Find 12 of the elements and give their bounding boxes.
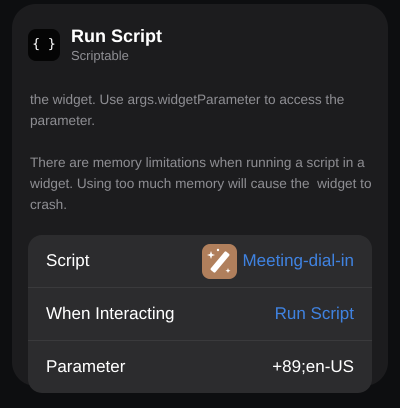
magic-wand-icon [202,244,236,278]
widget-title: Run Script [71,26,162,47]
setting-label: Parameter [46,357,126,377]
setting-value[interactable]: Meeting-dial-in [242,251,354,271]
setting-value: +89;en-US [272,357,354,377]
description-paragraph: There are memory limitations when running a script in a widget. Using too much memory will cause the widget to crash. [30,154,372,214]
app-icon: { } [28,28,60,60]
setting-value[interactable]: Run Script [274,304,354,324]
setting-label: Script [46,251,90,271]
setting-label: When Interacting [46,304,175,324]
description-paragraph: the widget. Use args.widgetParameter to access the parameter. [30,91,346,130]
app-name: Scriptable [71,48,130,63]
